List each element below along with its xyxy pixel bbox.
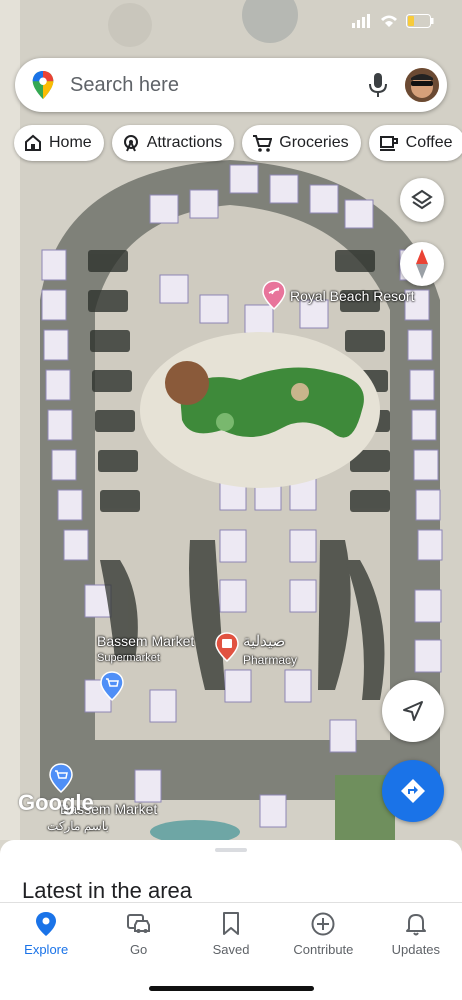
place-label-market[interactable]: Bassem Market bbox=[97, 633, 194, 649]
cart-icon bbox=[253, 135, 273, 152]
nav-label: Go bbox=[129, 942, 148, 957]
layers-icon bbox=[411, 189, 433, 210]
wifi-icon bbox=[381, 15, 397, 27]
status-bar bbox=[352, 14, 434, 28]
directions-icon bbox=[401, 779, 425, 803]
chip-attractions[interactable]: Attractions bbox=[111, 125, 235, 161]
chip-groceries[interactable]: Groceries bbox=[242, 125, 361, 161]
pharmacy-pin-icon[interactable] bbox=[215, 632, 239, 662]
google-logo: Google bbox=[18, 790, 94, 815]
ferris-wheel-icon bbox=[123, 135, 138, 152]
chip-coffee[interactable]: Coffee bbox=[368, 125, 462, 161]
bottom-nav: Explore Go Saved Contribute Updates bbox=[0, 902, 462, 973]
home-indicator bbox=[149, 986, 314, 991]
compass-button[interactable] bbox=[400, 242, 444, 286]
place-label-market-type: Supermarket bbox=[97, 652, 160, 664]
place-label-pharmacy: Pharmacy bbox=[243, 653, 298, 667]
layers-button[interactable] bbox=[400, 178, 444, 222]
search-input[interactable]: Search here bbox=[70, 74, 367, 97]
home-icon bbox=[25, 134, 41, 151]
avatar[interactable] bbox=[405, 68, 439, 102]
nav-explore[interactable]: Explore bbox=[0, 903, 92, 973]
chip-home[interactable]: Home bbox=[14, 125, 104, 161]
nav-go[interactable]: Go bbox=[92, 903, 184, 973]
resort-pin-icon[interactable] bbox=[262, 280, 286, 310]
nav-label: Contribute bbox=[293, 942, 354, 957]
explore-pin-icon bbox=[36, 912, 57, 936]
signal-icon bbox=[352, 14, 370, 28]
google-maps-pin-icon bbox=[32, 70, 54, 100]
plus-circle-icon bbox=[311, 912, 335, 936]
chip-label: Home bbox=[49, 134, 92, 151]
sheet-handle[interactable] bbox=[215, 848, 247, 852]
navigation-arrow-icon bbox=[403, 701, 423, 721]
supermarket-pin-icon[interactable] bbox=[100, 671, 124, 701]
chip-label: Coffee bbox=[405, 134, 453, 151]
supermarket-pin-icon[interactable] bbox=[49, 763, 73, 793]
my-location-button[interactable] bbox=[382, 680, 444, 742]
bell-icon bbox=[405, 914, 426, 936]
nav-label: Explore bbox=[24, 942, 69, 957]
car-icon bbox=[126, 914, 150, 933]
coffee-icon bbox=[379, 136, 398, 151]
chip-label: Attractions bbox=[146, 134, 223, 151]
place-label-pharmacy-arabic[interactable]: صيدلية bbox=[243, 632, 285, 650]
category-chips: Home Attractions Groceries Coffee bbox=[14, 125, 462, 161]
chip-label: Groceries bbox=[279, 134, 349, 151]
profile-photo-icon bbox=[405, 68, 439, 102]
bookmark-icon bbox=[223, 912, 240, 935]
nav-saved[interactable]: Saved bbox=[185, 903, 277, 973]
search-bar[interactable]: Search here bbox=[15, 58, 447, 112]
directions-button[interactable] bbox=[382, 760, 444, 822]
sheet-title: Latest in the area bbox=[22, 878, 193, 903]
nav-label: Updates bbox=[391, 942, 441, 957]
battery-icon bbox=[406, 14, 434, 28]
compass-icon bbox=[416, 249, 428, 279]
place-label-resort[interactable]: Royal Beach Resort bbox=[290, 288, 415, 304]
place-label-market-2-arabic: باسم ماركت bbox=[47, 819, 109, 833]
nav-updates[interactable]: Updates bbox=[370, 903, 462, 973]
mic-icon[interactable] bbox=[367, 72, 389, 98]
nav-contribute[interactable]: Contribute bbox=[277, 903, 369, 973]
nav-label: Saved bbox=[212, 942, 250, 957]
